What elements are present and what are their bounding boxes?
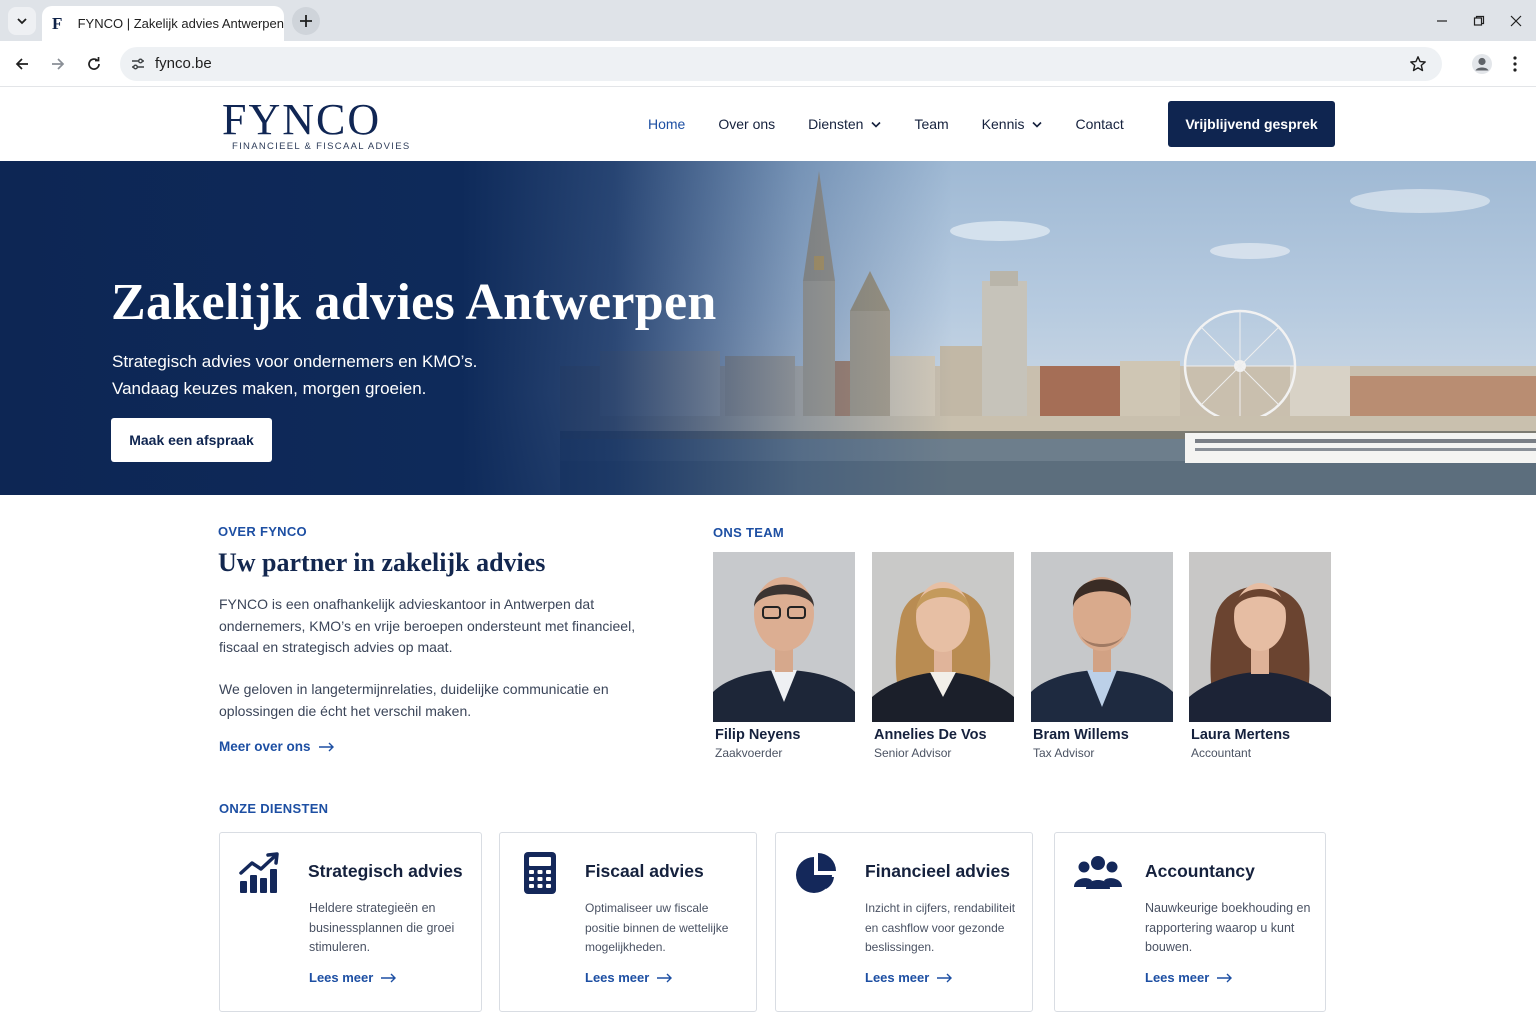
service-card-strategisch[interactable]: Strategisch advies Heldere strategieën e… — [219, 832, 482, 1012]
new-tab-plus-icon[interactable] — [292, 7, 320, 35]
hero-title: Zakelijk advies Antwerpen — [111, 274, 717, 331]
nav-team[interactable]: Team — [914, 116, 948, 132]
close-window-icon[interactable] — [1503, 8, 1529, 34]
url-text: fynco.be — [155, 55, 212, 72]
vrijblijvend-gesprek-button[interactable]: Vrijblijvend gesprek — [1168, 101, 1335, 147]
tab-search-chevron-icon[interactable] — [8, 7, 36, 35]
calculator-icon — [524, 852, 556, 894]
about-title: Uw partner in zakelijk advies — [218, 548, 546, 577]
service-card-fiscaal[interactable]: Fiscaal advies Optimaliseer uw fiscale p… — [499, 832, 757, 1012]
team-member-name: Laura Mertens — [1191, 727, 1291, 743]
lees-meer-link[interactable]: Lees meer — [309, 970, 397, 985]
service-description: Optimaliseer uw fiscale positie binnen d… — [585, 901, 729, 954]
team-member-card[interactable]: Annelies De Vos Senior Advisor — [872, 552, 1014, 760]
site-header: FYNCO FINANCIEEL & FISCAAL ADVIES Home O… — [0, 87, 1536, 161]
meer-over-ons-link[interactable]: Meer over ons — [219, 739, 335, 754]
people-group-icon — [1074, 856, 1122, 889]
team-photo — [1189, 552, 1331, 722]
browser-tab-active[interactable]: F FYNCO | Zakelijk advies Antwerpen — [42, 6, 284, 41]
team-member-role: Accountant — [1191, 746, 1252, 760]
service-title: Accountancy — [1145, 861, 1255, 881]
lees-meer-label: Lees meer — [585, 970, 650, 985]
team-member-role: Senior Advisor — [874, 746, 952, 760]
back-arrow-icon[interactable] — [8, 50, 36, 78]
team-member-card[interactable]: Bram Willems Tax Advisor — [1031, 552, 1173, 760]
pie-chart-icon — [796, 853, 836, 893]
nav-over-ons[interactable]: Over ons — [718, 116, 775, 132]
nav-diensten[interactable]: Diensten — [808, 116, 882, 132]
about-paragraph-1: FYNCO is een onafhankelijk advieskantoor… — [219, 596, 636, 655]
forward-arrow-icon[interactable] — [44, 50, 72, 78]
site-settings-icon[interactable] — [126, 52, 150, 76]
favicon-icon: F — [52, 13, 63, 33]
browser-toolbar: fynco.be — [0, 41, 1536, 87]
tab-title: FYNCO | Zakelijk advies Antwerpen — [77, 16, 284, 31]
team-member-name: Filip Neyens — [715, 727, 801, 743]
minimize-icon[interactable] — [1429, 8, 1455, 34]
lees-meer-link[interactable]: Lees meer — [585, 970, 673, 985]
team-member-card[interactable]: Laura Mertens Accountant — [1189, 552, 1331, 760]
growth-chart-icon — [239, 852, 279, 893]
nav-kennis[interactable]: Kennis — [982, 116, 1043, 132]
lees-meer-link[interactable]: Lees meer — [865, 970, 953, 985]
address-bar[interactable]: fynco.be — [120, 47, 1442, 81]
chevron-down-icon — [1032, 121, 1043, 128]
fynco-logo[interactable]: FYNCO FINANCIEEL & FISCAAL ADVIES — [222, 95, 411, 153]
lees-meer-label: Lees meer — [1145, 970, 1210, 985]
hero-subtitle: Strategisch advies voor ondernemers en K… — [112, 348, 477, 402]
nav-home[interactable]: Home — [648, 116, 685, 132]
service-card-accountancy[interactable]: Accountancy Nauwkeurige boekhouding en r… — [1054, 832, 1326, 1012]
logo-wordmark: FYNCO — [222, 95, 382, 144]
team-photo — [713, 552, 855, 722]
chevron-down-icon — [871, 121, 882, 128]
team-eyebrow: ONS TEAM — [713, 525, 785, 540]
arrow-right-icon — [937, 973, 953, 982]
lees-meer-label: Lees meer — [865, 970, 930, 985]
team-member-name: Annelies De Vos — [874, 727, 987, 743]
team-member-role: Tax Advisor — [1033, 746, 1095, 760]
about-paragraph-2: We geloven in langetermijnrelaties, duid… — [219, 681, 609, 719]
reload-icon[interactable] — [80, 50, 108, 78]
hero-subtitle-line-2: Vandaag keuzes maken, morgen groeien. — [112, 379, 427, 398]
arrow-right-icon — [381, 973, 397, 982]
hero-section: Zakelijk advies Antwerpen Strategisch ad… — [0, 161, 1536, 495]
main-navigation: Home Over ons Diensten Team Kennis Conta… — [648, 116, 1157, 132]
lees-meer-link[interactable]: Lees meer — [1145, 970, 1233, 985]
arrow-right-icon — [318, 742, 334, 751]
maak-een-afspraak-button[interactable]: Maak een afspraak — [111, 418, 272, 462]
browser-tab-strip: F FYNCO | Zakelijk advies Antwerpen — [0, 0, 1536, 41]
restore-window-icon[interactable] — [1466, 8, 1492, 34]
hero-subtitle-line-1: Strategisch advies voor ondernemers en K… — [112, 352, 478, 371]
arrow-right-icon — [657, 973, 673, 982]
lees-meer-label: Lees meer — [309, 970, 374, 985]
team-member-card[interactable]: Filip Neyens Zaakvoerder — [713, 552, 855, 760]
nav-diensten-label: Diensten — [808, 116, 864, 132]
services-eyebrow: ONZE DIENSTEN — [219, 801, 329, 816]
service-description: Inzicht in cijfers, rendabiliteit en cas… — [865, 901, 1016, 954]
service-title: Financieel advies — [865, 861, 1010, 881]
bookmark-star-icon[interactable] — [1406, 52, 1430, 76]
team-member-name: Bram Willems — [1033, 727, 1129, 743]
arrow-right-icon — [1217, 973, 1233, 982]
team-member-role: Zaakvoerder — [715, 746, 783, 760]
service-title: Fiscaal advies — [585, 861, 704, 881]
service-description: Heldere strategieën en businessplannen d… — [309, 901, 455, 954]
logo-tagline: FINANCIEEL & FISCAAL ADVIES — [232, 141, 411, 152]
about-eyebrow: OVER FYNCO — [218, 524, 307, 539]
profile-avatar-icon[interactable] — [1468, 50, 1496, 78]
browser-menu-kebab-icon[interactable] — [1501, 50, 1529, 78]
service-title: Strategisch advies — [308, 861, 463, 881]
team-photo — [1031, 552, 1173, 722]
meer-over-ons-label: Meer over ons — [219, 739, 311, 754]
service-description: Nauwkeurige boekhouding en rapportering … — [1145, 901, 1311, 954]
team-photo — [872, 552, 1014, 722]
nav-contact[interactable]: Contact — [1075, 116, 1123, 132]
service-card-financieel[interactable]: Financieel advies Inzicht in cijfers, re… — [775, 832, 1033, 1012]
nav-kennis-label: Kennis — [981, 116, 1025, 132]
